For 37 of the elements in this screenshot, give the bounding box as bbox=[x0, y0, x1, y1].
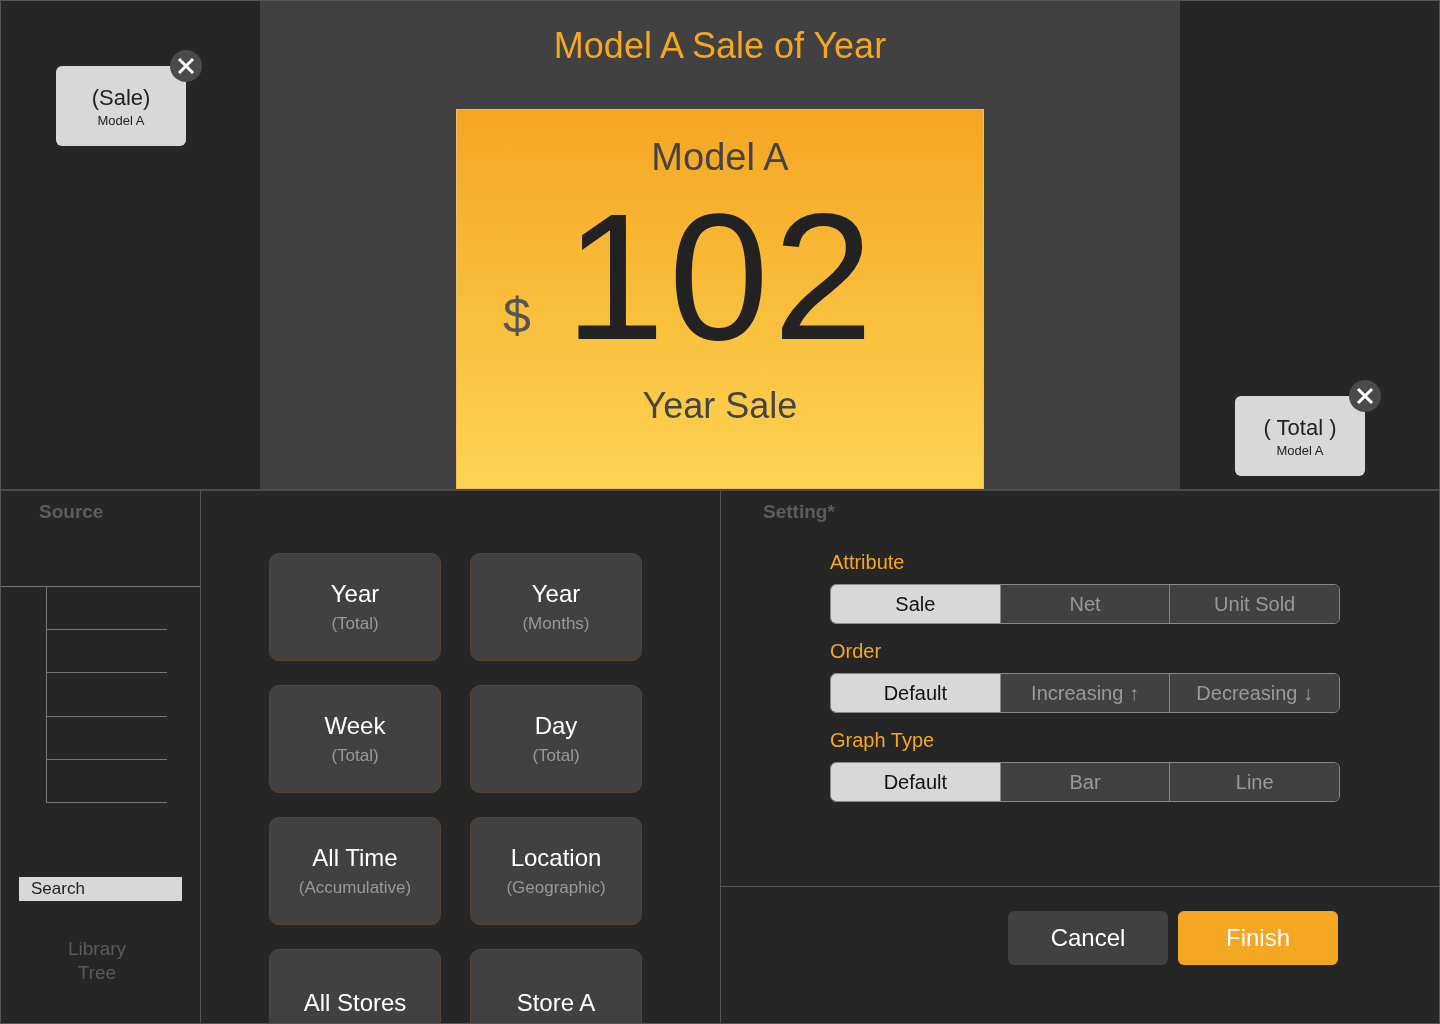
category-tile[interactable]: All Stores bbox=[269, 949, 441, 1023]
source-chip[interactable]: (Sale) Model A bbox=[56, 66, 186, 146]
chip-subtitle: Model A bbox=[97, 112, 145, 128]
segment-option[interactable]: Net bbox=[999, 585, 1170, 623]
segment-option[interactable]: Default bbox=[831, 763, 1000, 801]
segment-option[interactable]: Default bbox=[831, 674, 1000, 712]
category-tile[interactable]: All Time (Accumulative) bbox=[269, 817, 441, 925]
close-button[interactable] bbox=[170, 50, 202, 82]
category-tile[interactable]: Week (Total) bbox=[269, 685, 441, 793]
category-tile[interactable]: Year (Months) bbox=[470, 553, 642, 661]
group-label: Attribute bbox=[830, 551, 906, 574]
group-label: Order bbox=[830, 640, 883, 663]
category-tile[interactable]: Year (Total) bbox=[269, 553, 441, 661]
segment-option[interactable]: Increasing ↑ bbox=[999, 674, 1170, 712]
chip-title: ( Total ) bbox=[1263, 414, 1337, 441]
currency-symbol: $ bbox=[502, 287, 531, 345]
card-caption: Year Sale bbox=[642, 385, 798, 427]
segment-option[interactable]: Sale bbox=[831, 585, 1000, 623]
segment-option[interactable]: Decreasing ↓ bbox=[1169, 674, 1339, 712]
cancel-button[interactable]: Cancel bbox=[1008, 911, 1168, 965]
close-icon bbox=[1356, 387, 1374, 405]
chip-title: (Sale) bbox=[91, 84, 151, 111]
widget-title: Model A Sale of Year bbox=[553, 25, 887, 67]
segment-option[interactable]: Unit Sold bbox=[1169, 585, 1339, 623]
source-chip[interactable]: ( Total ) Model A bbox=[1235, 396, 1365, 476]
category-tile[interactable]: Day (Total) bbox=[470, 685, 642, 793]
close-icon bbox=[177, 57, 195, 75]
segment-option[interactable]: Bar bbox=[999, 763, 1170, 801]
card-title: Model A bbox=[651, 136, 789, 179]
group-label: Graph Type bbox=[830, 729, 936, 752]
metric-value: 102 bbox=[564, 187, 878, 367]
category-tile[interactable]: Store A bbox=[470, 949, 642, 1023]
search-field[interactable]: Search bbox=[19, 877, 182, 901]
close-button[interactable] bbox=[1349, 380, 1381, 412]
chip-subtitle: Model A bbox=[1276, 442, 1324, 458]
segment-option[interactable]: Line bbox=[1169, 763, 1339, 801]
category-tile[interactable]: Location (Geographic) bbox=[470, 817, 642, 925]
